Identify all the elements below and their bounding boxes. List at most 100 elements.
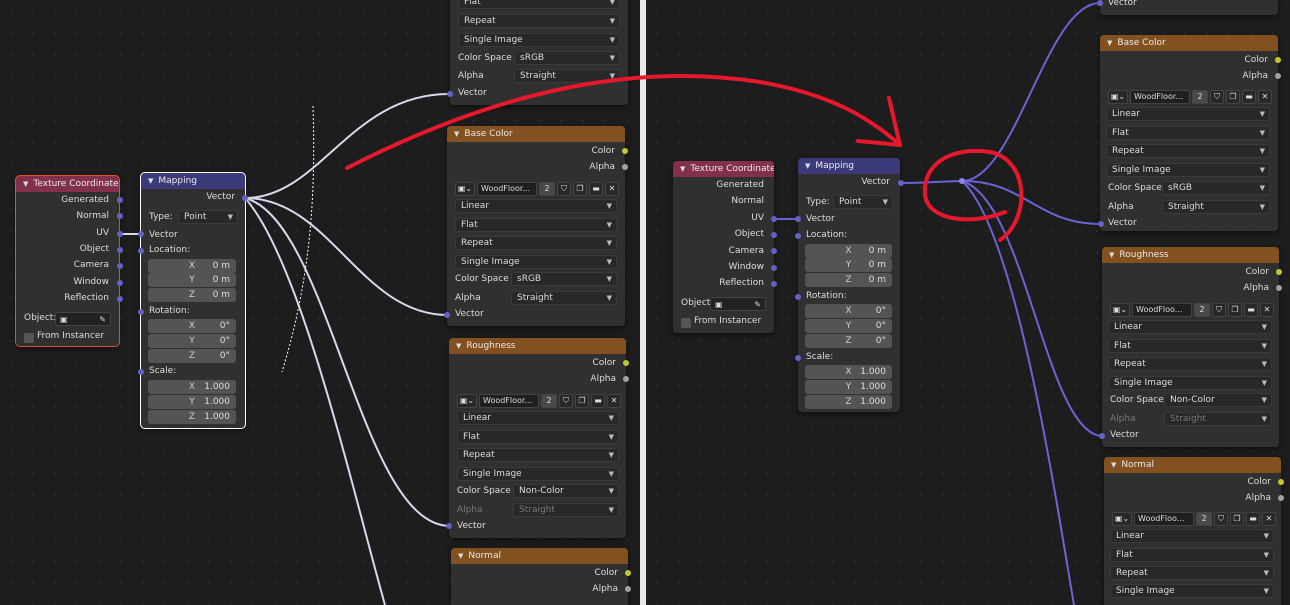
- fake-user-icon[interactable]: ⛉: [1212, 302, 1226, 317]
- socket-mapping-vector-in[interactable]: [138, 231, 144, 237]
- extension-dropdown[interactable]: Repeat ▼: [457, 448, 619, 462]
- image-name[interactable]: WoodFloor...: [1130, 89, 1190, 104]
- scale-y-field[interactable]: Y 1.000: [148, 395, 236, 409]
- collapse-chevron-icon[interactable]: ▼: [456, 342, 461, 350]
- repeat-dropdown[interactable]: Repeat ▼: [458, 14, 620, 28]
- color-space-dropdown[interactable]: sRGB ▼: [514, 51, 620, 65]
- close-icon[interactable]: ✕: [605, 181, 619, 196]
- socket-camera[interactable]: [771, 248, 777, 254]
- socket-alpha-out[interactable]: [622, 164, 628, 170]
- mapping-node[interactable]: ▼ Mapping Vector Type: Point ▼ Vector Loca…: [798, 158, 900, 412]
- image-selector[interactable]: ▣⌄ WoodFloo... 2 ⛉ ❐ ▬ ✕: [1112, 511, 1276, 526]
- close-icon[interactable]: ✕: [1258, 89, 1272, 104]
- socket-mapping-vector-in[interactable]: [795, 216, 801, 222]
- socket-generated[interactable]: [117, 197, 123, 203]
- open-folder-icon[interactable]: ▬: [1246, 511, 1260, 526]
- collapse-chevron-icon[interactable]: ▼: [680, 165, 685, 173]
- collapse-chevron-icon[interactable]: ▼: [1111, 461, 1116, 469]
- close-icon[interactable]: ✕: [607, 393, 621, 408]
- mapping-node[interactable]: ▼ Mapping Vector Type: Point ▼ Vector Loca…: [140, 172, 246, 429]
- image-texture-node-top[interactable]: Vector: [1100, 0, 1278, 15]
- roughness-node[interactable]: ▼ Roughness Color Alpha ▣⌄ WoodFloor... 2…: [449, 338, 626, 538]
- base-color-node[interactable]: ▼ Base Color Color Alpha ▣⌄ WoodFloor... …: [1100, 35, 1278, 231]
- rotation-x-field[interactable]: X 0°: [148, 319, 236, 333]
- color-space-dropdown[interactable]: Non-Color ▼: [1164, 393, 1272, 407]
- scale-z-field[interactable]: Z 1.000: [805, 395, 892, 409]
- image-selector[interactable]: ▣⌄ WoodFloor... 2 ⛉ ❐ ▬ ✕: [455, 181, 619, 196]
- socket-vector-in[interactable]: [1099, 433, 1105, 439]
- collapse-chevron-icon[interactable]: ▼: [148, 177, 153, 185]
- user-count[interactable]: 2: [1196, 511, 1212, 526]
- eyedropper-icon[interactable]: ✎: [754, 300, 761, 309]
- open-folder-icon[interactable]: ▬: [591, 393, 605, 408]
- image-selector[interactable]: ▣⌄ WoodFloor... 2 ⛉ ❐ ▬ ✕: [457, 393, 621, 408]
- close-icon[interactable]: ✕: [1262, 511, 1276, 526]
- socket-normal[interactable]: [117, 213, 123, 219]
- location-x-field[interactable]: X0 m: [148, 259, 236, 273]
- normal-node[interactable]: ▼ Normal Color Alpha: [451, 548, 628, 605]
- socket-window[interactable]: [771, 265, 777, 271]
- rotation-z-field[interactable]: Z 0°: [805, 334, 892, 348]
- socket-mapping-vector-out[interactable]: [898, 180, 904, 186]
- socket-object[interactable]: [117, 247, 123, 253]
- socket-window[interactable]: [117, 280, 123, 286]
- scale-x-field[interactable]: X 1.000: [805, 365, 892, 379]
- base-color-node[interactable]: ▼ Base Color Color Alpha ▣⌄ WoodFloor... …: [447, 126, 625, 326]
- image-texture-node-top[interactable]: Flat ▼ Repeat ▼ Single Image ▼ Color Space …: [450, 0, 628, 105]
- image-browse-icon[interactable]: ▣⌄: [1108, 89, 1128, 104]
- from-instancer-checkbox[interactable]: [681, 318, 691, 328]
- location-y-field[interactable]: Y0 m: [805, 258, 892, 272]
- base-color-header[interactable]: ▼ Base Color: [1100, 35, 1278, 51]
- socket-color-out[interactable]: [622, 148, 628, 154]
- fake-user-icon[interactable]: ⛉: [1214, 511, 1228, 526]
- texture-coordinate-node[interactable]: ▼ Texture Coordinate Generated Normal UV …: [15, 175, 120, 347]
- socket-uv[interactable]: [117, 231, 123, 237]
- source-dropdown[interactable]: Single Image ▼: [455, 255, 617, 269]
- socket-vector-in[interactable]: [447, 91, 453, 97]
- socket-alpha-out[interactable]: [1278, 495, 1284, 501]
- socket-reflection[interactable]: [117, 296, 123, 302]
- scale-y-field[interactable]: Y 1.000: [805, 380, 892, 394]
- socket-alpha-out[interactable]: [1276, 285, 1282, 291]
- alpha-mode-dropdown[interactable]: Straight ▼: [1164, 412, 1272, 426]
- image-name[interactable]: WoodFloo...: [1134, 511, 1194, 526]
- interpolation-dropdown[interactable]: Linear ▼: [1106, 107, 1270, 121]
- collapse-chevron-icon[interactable]: ▼: [1107, 39, 1112, 47]
- projection-dropdown[interactable]: Flat ▼: [1108, 339, 1272, 353]
- normal-header[interactable]: ▼ Normal: [451, 548, 628, 564]
- socket-camera[interactable]: [117, 263, 123, 269]
- image-selector[interactable]: ▣⌄ WoodFloo... 2 ⛉ ❐ ▬ ✕: [1110, 302, 1274, 317]
- socket-scale[interactable]: [138, 369, 144, 375]
- location-y-field[interactable]: Y0 m: [148, 273, 236, 287]
- socket-reflection[interactable]: [771, 281, 777, 287]
- color-space-dropdown[interactable]: Non-Color ▼: [513, 484, 619, 498]
- roughness-header[interactable]: ▼ Roughness: [449, 338, 626, 354]
- user-count[interactable]: 2: [541, 393, 557, 408]
- open-folder-icon[interactable]: ▬: [1244, 302, 1258, 317]
- duplicate-icon[interactable]: ❐: [573, 181, 587, 196]
- alpha-mode-dropdown[interactable]: Straight ▼: [513, 503, 619, 517]
- socket-uv[interactable]: [771, 216, 777, 222]
- base-color-header[interactable]: ▼ Base Color: [447, 126, 625, 142]
- socket-color-out[interactable]: [1278, 479, 1284, 485]
- socket-color-out[interactable]: [625, 570, 631, 576]
- mapping-header[interactable]: ▼ Mapping: [141, 173, 245, 189]
- user-count[interactable]: 2: [539, 181, 555, 196]
- object-picker[interactable]: ▣ ✎: [55, 312, 111, 326]
- type-dropdown[interactable]: Point ▼: [178, 210, 238, 224]
- collapse-chevron-icon[interactable]: ▼: [458, 552, 463, 560]
- image-browse-icon[interactable]: ▣⌄: [457, 393, 477, 408]
- socket-location[interactable]: [795, 233, 801, 239]
- alpha-mode-dropdown[interactable]: Straight ▼: [1162, 200, 1270, 214]
- image-browse-icon[interactable]: ▣⌄: [1112, 511, 1132, 526]
- collapse-chevron-icon[interactable]: ▼: [1109, 251, 1114, 259]
- node-editor-left[interactable]: ▼ Texture Coordinate Generated Normal UV …: [0, 0, 640, 605]
- source-dropdown[interactable]: Single Image ▼: [1108, 376, 1272, 390]
- socket-scale[interactable]: [795, 355, 801, 361]
- socket-color-out[interactable]: [1276, 269, 1282, 275]
- object-picker[interactable]: ▣ ✎: [710, 297, 766, 311]
- normal-node[interactable]: ▼ Normal Color Alpha ▣⌄ WoodFloo... 2 ⛉ ❐…: [1104, 457, 1281, 605]
- texture-coordinate-node[interactable]: ▼ Texture Coordinate Generated Normal UV …: [673, 161, 774, 333]
- open-folder-icon[interactable]: ▬: [589, 181, 603, 196]
- source-dropdown[interactable]: Single Image ▼: [1106, 163, 1270, 177]
